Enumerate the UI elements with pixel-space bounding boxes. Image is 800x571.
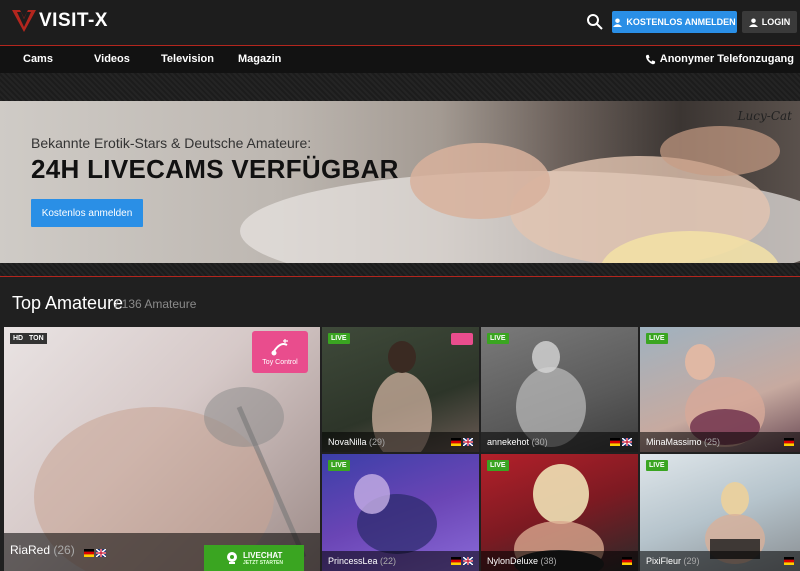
name-text: NovaNilla	[328, 437, 367, 447]
search-icon[interactable]	[585, 12, 605, 32]
login-button[interactable]: LOGIN	[742, 11, 797, 33]
age-text: (29)	[683, 556, 700, 566]
hero-signature: Lucy-Cat	[737, 109, 792, 123]
live-badge: LIVE	[646, 460, 668, 471]
card-name: MinaMassimo (25)	[646, 437, 720, 447]
language-flags	[451, 557, 473, 565]
hero-title: 24H LIVECAMS VERFÜGBAR	[31, 154, 399, 184]
logo-icon	[12, 10, 36, 32]
german-flag-icon	[451, 438, 461, 446]
top-header: VISIT-X KOSTENLOS ANMELDEN LOGIN	[0, 0, 800, 45]
livechat-sublabel: JETZT STARTEN	[243, 559, 283, 566]
livechat-label: LIVECHAT	[243, 550, 283, 560]
live-badge: LIVE	[328, 333, 350, 344]
user-icon	[613, 17, 623, 27]
hero-subtitle: Bekannte Erotik-Stars & Deutsche Amateur…	[31, 135, 312, 151]
top-amateurs-section: Top Amateure / 136 Amateure HD TON Toy C…	[0, 277, 800, 571]
card-name: RiaRed (26)	[10, 543, 75, 557]
card-name: NovaNilla (29)	[328, 437, 385, 447]
phone-access-link[interactable]: Anonymer Telefonzugang	[645, 53, 794, 65]
german-flag-icon	[451, 557, 461, 565]
section-title: Top Amateure	[12, 293, 124, 313]
german-flag-icon	[622, 557, 632, 565]
logo[interactable]: VISIT-X	[12, 10, 108, 32]
pattern-strip	[0, 73, 800, 101]
name-text: PixiFleur	[646, 556, 682, 566]
live-badge: LIVE	[328, 460, 350, 471]
language-flags	[610, 438, 632, 446]
uk-flag-icon	[463, 557, 473, 565]
amateur-card[interactable]: LIVE NylonDeluxe (38)	[481, 454, 638, 571]
phone-icon	[645, 54, 655, 64]
toy-indicator-icon	[451, 333, 473, 345]
amateur-card[interactable]: LIVE PixiFleur (29)	[640, 454, 800, 571]
card-name: PrincessLea (22)	[328, 556, 396, 566]
name-text: MinaMassimo	[646, 437, 702, 447]
uk-flag-icon	[96, 549, 106, 557]
toy-control-button[interactable]: Toy Control	[252, 331, 308, 373]
german-flag-icon	[84, 549, 94, 557]
live-badge: LIVE	[646, 333, 668, 344]
nav-item-magazin[interactable]: Magazin	[238, 53, 281, 65]
login-label: LOGIN	[761, 17, 791, 27]
live-badge: LIVE	[487, 333, 509, 344]
age-text: (26)	[53, 543, 75, 557]
section-count: / 136 Amateure	[115, 297, 197, 311]
pattern-strip-2	[0, 263, 800, 277]
card-name: annekehot (30)	[487, 437, 548, 447]
hd-badge: HD	[10, 333, 27, 344]
hero-signup-button[interactable]: Kostenlos anmelden	[31, 199, 143, 227]
name-text: annekehot	[487, 437, 530, 447]
livechat-button[interactable]: LIVECHAT JETZT STARTEN	[204, 545, 304, 571]
language-flags	[84, 549, 106, 557]
german-flag-icon	[784, 438, 794, 446]
age-text: (25)	[704, 437, 721, 447]
language-flags	[784, 557, 794, 565]
signup-button[interactable]: KOSTENLOS ANMELDEN	[612, 11, 737, 33]
nav-item-videos[interactable]: Videos	[94, 53, 130, 65]
card-name: PixiFleur (29)	[646, 556, 700, 566]
uk-flag-icon	[463, 438, 473, 446]
logo-text: VISIT-X	[39, 10, 108, 31]
live-badge: LIVE	[487, 460, 509, 471]
german-flag-icon	[610, 438, 620, 446]
card-name: NylonDeluxe (38)	[487, 556, 557, 566]
amateur-card[interactable]: LIVE PrincessLea (22)	[322, 454, 479, 571]
age-text: (29)	[369, 437, 386, 447]
amateur-card[interactable]: LIVE annekehot (30)	[481, 327, 638, 452]
age-text: (38)	[540, 556, 557, 566]
language-flags	[451, 438, 473, 446]
toy-label: Toy Control	[262, 358, 298, 366]
language-flags	[784, 438, 794, 446]
nav-item-television[interactable]: Television	[161, 53, 214, 65]
featured-amateur-card[interactable]: HD TON Toy Control RiaRed (26) LIVECHAT …	[4, 327, 320, 571]
amateur-card[interactable]: LIVE MinaMassimo (25)	[640, 327, 800, 452]
nav-item-cams[interactable]: Cams	[23, 53, 53, 65]
signup-label: KOSTENLOS ANMELDEN	[626, 17, 736, 27]
name-text: RiaRed	[10, 543, 51, 557]
amateur-card[interactable]: LIVE NovaNilla (29)	[322, 327, 479, 452]
uk-flag-icon	[622, 438, 632, 446]
webcam-icon	[227, 552, 238, 564]
toy-icon	[271, 338, 288, 355]
age-text: (22)	[380, 556, 397, 566]
age-text: (30)	[531, 437, 548, 447]
language-flags	[622, 557, 632, 565]
hero-banner[interactable]: Lucy-Cat Bekannte Erotik-Stars & Deutsch…	[0, 101, 800, 263]
phone-label: Anonymer Telefonzugang	[659, 53, 794, 65]
german-flag-icon	[784, 557, 794, 565]
name-text: NylonDeluxe	[487, 556, 539, 566]
user-icon	[748, 17, 758, 27]
main-nav: Cams Videos Television Magazin Anonymer …	[0, 46, 800, 73]
sound-badge: TON	[26, 333, 47, 344]
name-text: PrincessLea	[328, 556, 378, 566]
